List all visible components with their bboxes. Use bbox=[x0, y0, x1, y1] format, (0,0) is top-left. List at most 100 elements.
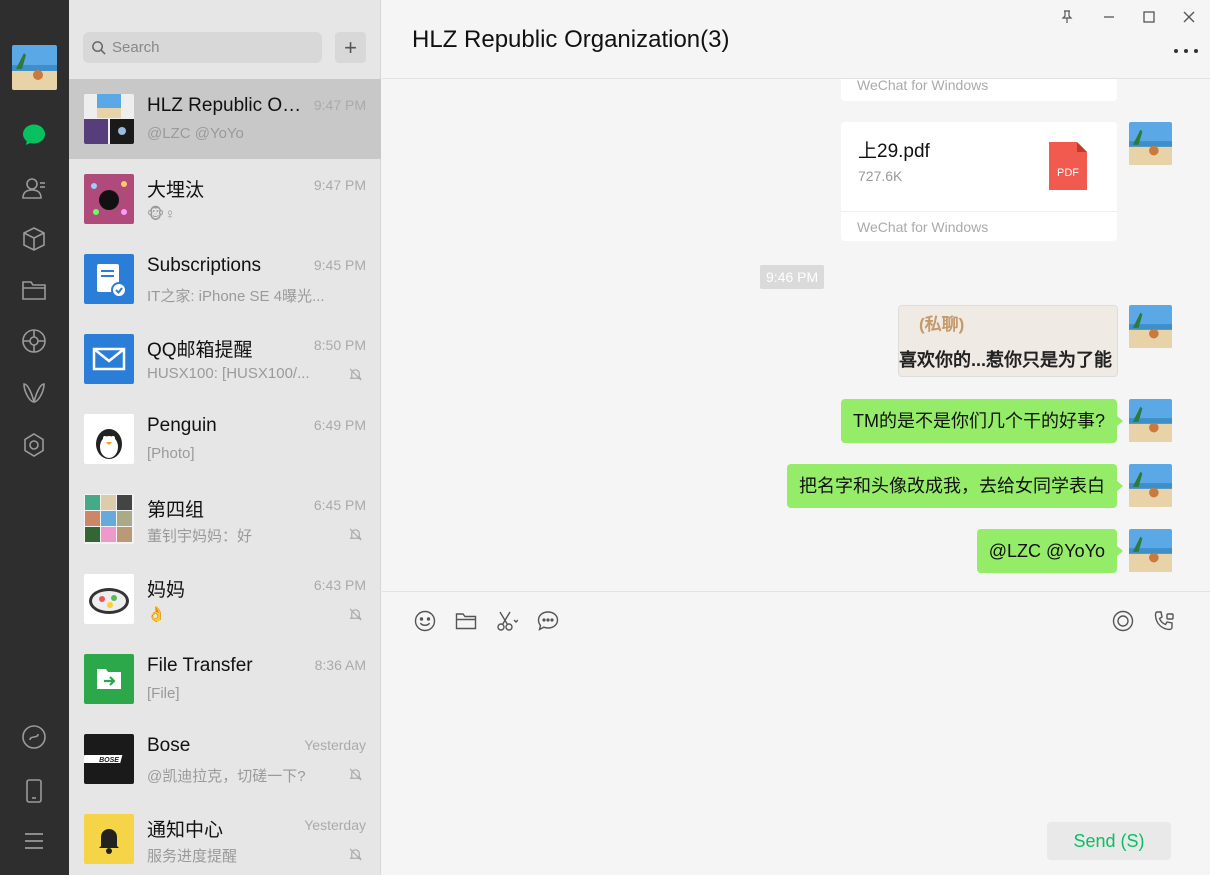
mute-icon bbox=[349, 768, 362, 781]
conversation-item[interactable]: BOSE Bose Yesterday @凯迪拉克，切磋一下? bbox=[69, 719, 381, 799]
conversation-item[interactable]: Subscriptions 9:45 PM IT之家: iPhone SE 4曝… bbox=[69, 239, 381, 319]
image-text-top: (私聊) bbox=[919, 315, 965, 334]
conversation-name: QQ邮箱提醒 bbox=[147, 340, 253, 361]
more-options-icon[interactable] bbox=[1174, 44, 1198, 58]
search-feed-icon[interactable] bbox=[19, 378, 49, 408]
contacts-icon[interactable] bbox=[19, 173, 49, 203]
message-composer: Send (S) bbox=[382, 591, 1210, 875]
my-avatar[interactable] bbox=[1129, 399, 1172, 442]
image-message[interactable]: (私聊) 喜欢你的...惹你只是为了能 bbox=[898, 305, 1118, 377]
conversation-item[interactable]: 第四组 6:45 PM 董钊宇妈妈：好 bbox=[69, 479, 381, 559]
conversation-preview: 服务进度提醒 bbox=[147, 848, 238, 865]
penguin-avatar bbox=[84, 414, 134, 464]
scissors-icon[interactable] bbox=[495, 609, 519, 633]
conversation-item[interactable]: 通知中心 Yesterday 服务进度提醒 bbox=[69, 799, 381, 875]
pdf-file-icon: PDF bbox=[1049, 142, 1087, 190]
message-list: WeChat for Windows 上29.pdf 727.6K PDF We… bbox=[382, 79, 1210, 591]
search-box[interactable] bbox=[83, 32, 322, 63]
conversation-preview: [Photo] bbox=[147, 445, 195, 462]
chat-title: HLZ Republic Organization(3) bbox=[412, 26, 730, 53]
conversation-time: 9:45 PM bbox=[313, 257, 366, 273]
conversation-time: 6:45 PM bbox=[313, 497, 366, 513]
search-input[interactable] bbox=[112, 39, 312, 56]
file-source: WeChat for Windows bbox=[857, 79, 989, 93]
apps-icon[interactable] bbox=[19, 430, 49, 460]
conversation-item[interactable]: 妈妈 6:43 PM 👌 bbox=[69, 559, 381, 639]
conversation-name: 大埋汰 bbox=[147, 180, 205, 201]
folder-icon[interactable] bbox=[454, 609, 478, 633]
text-message[interactable]: @LZC @YoYo bbox=[976, 529, 1124, 573]
conversation-time: 6:49 PM bbox=[313, 417, 366, 433]
send-button[interactable]: Send (S) bbox=[1047, 822, 1171, 860]
mute-icon bbox=[349, 848, 362, 861]
my-avatar[interactable] bbox=[1129, 529, 1172, 572]
file-message[interactable]: 上29.pdf 727.6K PDF WeChat for Windows bbox=[841, 122, 1117, 241]
conversation-time: Yesterday bbox=[304, 817, 366, 833]
mute-icon bbox=[349, 528, 362, 541]
plus-icon: + bbox=[344, 34, 357, 60]
files-icon[interactable] bbox=[19, 275, 49, 305]
pin-icon[interactable] bbox=[1056, 6, 1078, 28]
conversation-name: Bose bbox=[147, 735, 191, 756]
maximize-icon[interactable] bbox=[1138, 6, 1160, 28]
conversation-item[interactable]: Penguin 6:49 PM [Photo] bbox=[69, 399, 381, 479]
call-icon[interactable] bbox=[1152, 609, 1176, 633]
conversation-name: Penguin bbox=[147, 415, 217, 436]
my-avatar[interactable] bbox=[1129, 122, 1172, 165]
conversation-time: 9:47 PM bbox=[313, 177, 366, 193]
my-avatar[interactable] bbox=[12, 45, 57, 90]
contact-avatar bbox=[84, 574, 134, 624]
conversation-preview: 董钊宇妈妈：好 bbox=[147, 528, 253, 545]
contact-avatar bbox=[84, 174, 134, 224]
conversation-preview: @凯迪拉克，切磋一下? bbox=[147, 768, 306, 785]
mini-programs-icon[interactable] bbox=[19, 224, 49, 254]
emoji-icon[interactable] bbox=[413, 609, 437, 633]
conversation-time: 6:43 PM bbox=[313, 577, 366, 593]
nav-bar bbox=[0, 0, 69, 875]
svg-text:PDF: PDF bbox=[1057, 167, 1079, 179]
conversation-time: 8:36 AM bbox=[314, 657, 366, 673]
close-icon[interactable] bbox=[1178, 6, 1200, 28]
conversation-list: + HLZ Republic Organization(3) 9:47 PM @… bbox=[69, 0, 381, 875]
phone-icon[interactable] bbox=[19, 776, 49, 806]
mute-icon bbox=[349, 368, 362, 381]
svg-text:BOSE: BOSE bbox=[99, 757, 119, 764]
text-message[interactable]: 把名字和头像改成我，去给女同学表白 bbox=[787, 464, 1123, 508]
conversation-name: 妈妈 bbox=[147, 580, 186, 601]
conversation-time: Yesterday bbox=[304, 737, 366, 753]
live-icon[interactable] bbox=[1111, 609, 1135, 633]
conversation-name: 第四组 bbox=[147, 500, 205, 521]
image-text-bottom: 喜欢你的...惹你只是为了能 bbox=[899, 350, 1113, 370]
minimize-icon[interactable] bbox=[1098, 6, 1120, 28]
conversation-item[interactable]: QQ邮箱提醒 8:50 PM HUSX100: [HUSX100/... bbox=[69, 319, 381, 399]
moments-icon[interactable] bbox=[19, 326, 49, 356]
miniprogram-bottom-icon[interactable] bbox=[19, 722, 49, 752]
text-message[interactable]: TM的是不是你们几个干的好事? bbox=[841, 399, 1123, 443]
chat-icon[interactable] bbox=[19, 120, 49, 150]
time-divider: 9:46 PM bbox=[760, 265, 825, 289]
my-avatar[interactable] bbox=[1129, 464, 1172, 507]
conversation-item[interactable]: HLZ Republic Organization(3) 9:47 PM @LZ… bbox=[69, 79, 381, 159]
chat-bubble-icon[interactable] bbox=[536, 609, 560, 633]
file-name: 上29.pdf bbox=[858, 141, 930, 162]
conversation-item[interactable]: File Transfer 8:36 AM [File] bbox=[69, 639, 381, 719]
add-chat-button[interactable]: + bbox=[335, 32, 366, 63]
menu-icon[interactable] bbox=[19, 826, 49, 856]
bose-logo: BOSE bbox=[84, 734, 134, 784]
conversation-preview: 🐵♀ bbox=[147, 206, 176, 223]
group-avatar bbox=[84, 94, 134, 144]
chat-panel: HLZ Republic Organization(3) WeChat for … bbox=[382, 0, 1210, 875]
file-card-divider bbox=[841, 211, 1117, 212]
conversation-time: 9:47 PM bbox=[313, 97, 366, 113]
search-icon bbox=[92, 41, 106, 55]
chat-header: HLZ Republic Organization(3) bbox=[382, 0, 1210, 79]
conversation-name: HLZ Republic Organization(3) bbox=[147, 95, 302, 116]
conversation-name: 通知中心 bbox=[147, 820, 224, 841]
subscriptions-icon bbox=[84, 254, 134, 304]
mute-icon bbox=[349, 608, 362, 621]
file-message[interactable]: WeChat for Windows bbox=[841, 79, 1117, 101]
conversation-preview: [File] bbox=[147, 685, 180, 702]
conversation-name: Subscriptions bbox=[147, 255, 262, 276]
conversation-item[interactable]: 大埋汰 9:47 PM 🐵♀ bbox=[69, 159, 381, 239]
my-avatar[interactable] bbox=[1129, 305, 1172, 348]
